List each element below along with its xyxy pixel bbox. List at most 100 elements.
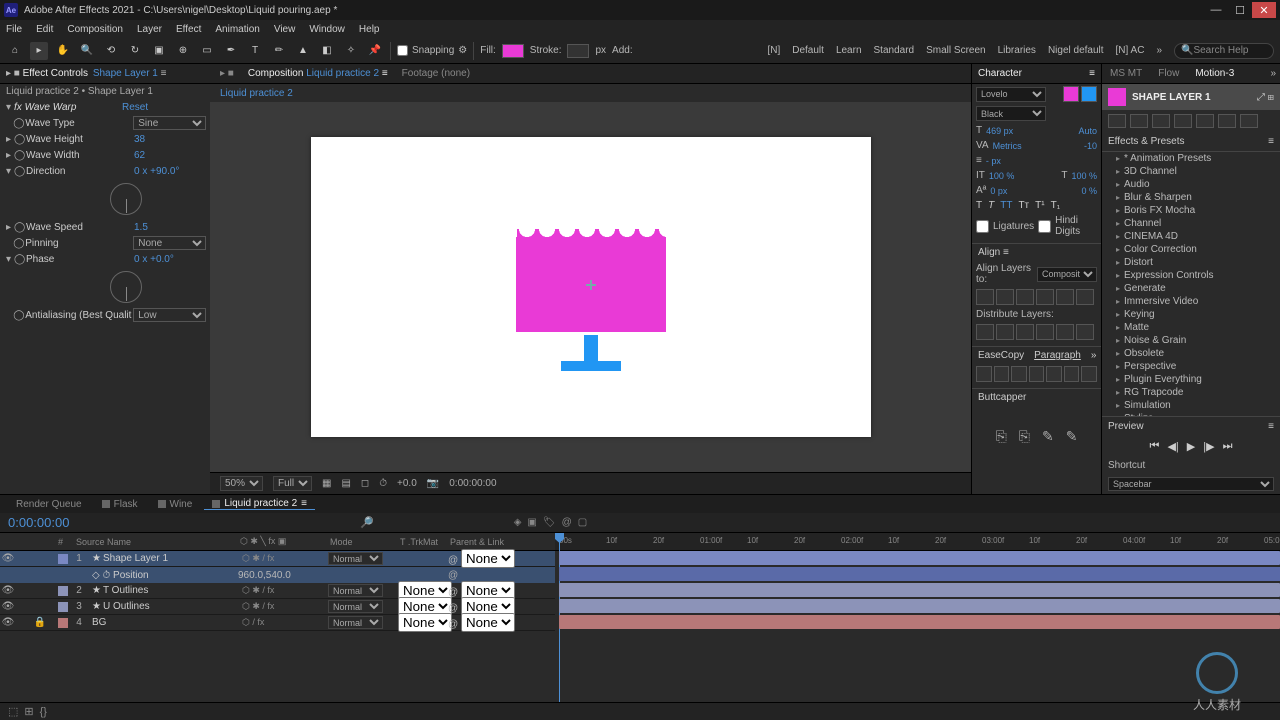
parent-select[interactable]: None [461, 613, 515, 632]
para-justify-all[interactable] [1081, 366, 1097, 382]
anchor-point-icon[interactable] [586, 280, 596, 290]
fx-category[interactable]: RG Trapcode [1102, 386, 1280, 399]
fx-category[interactable]: Perspective [1102, 360, 1280, 373]
zoom-select[interactable]: 50% [220, 476, 263, 491]
tl-icon-2[interactable]: ▣ [527, 517, 536, 528]
menu-composition[interactable]: Composition [67, 24, 123, 35]
stopwatch-icon[interactable]: ◯ [14, 134, 24, 145]
layer-row[interactable]: 👁1★Shape Layer 1⬡ ✱ / fxNormal@ None [0, 551, 555, 567]
parent-select[interactable]: None [461, 549, 515, 568]
workspace-n[interactable]: [N] [767, 45, 780, 56]
layer-bar-4[interactable] [559, 615, 1280, 629]
fx-category[interactable]: Matte [1102, 321, 1280, 334]
visibility-icon[interactable]: 👁 [0, 601, 16, 612]
baseline-val[interactable]: 0 px [990, 186, 1007, 196]
menu-help[interactable]: Help [359, 24, 380, 35]
type-tool[interactable]: T [246, 42, 264, 60]
align-hcenter[interactable] [996, 289, 1014, 305]
align-top[interactable] [1036, 289, 1054, 305]
pan-behind-tool[interactable]: ⊕ [174, 42, 192, 60]
layer-row[interactable]: 👁🔒4BG⬡ / fxNormalNone@ None [0, 615, 555, 631]
hand-tool[interactable]: ✋ [54, 42, 72, 60]
direction-val[interactable]: 0 x +90.0° [134, 166, 206, 177]
wave-height-val[interactable]: 38 [134, 134, 206, 145]
mini7[interactable] [1240, 114, 1258, 128]
maximize-button[interactable]: ☐ [1228, 2, 1252, 18]
tool-icon-1[interactable]: ⎘ [996, 428, 1007, 445]
hscale-val[interactable]: 100 % [1071, 171, 1097, 181]
menu-animation[interactable]: Animation [215, 24, 259, 35]
dist-3[interactable] [1016, 324, 1034, 340]
wave-type-select[interactable]: Sine [133, 116, 206, 130]
para-justify-l[interactable] [1029, 366, 1045, 382]
col-source[interactable]: Source Name [74, 537, 238, 547]
motion3-tab[interactable]: Motion-3 [1187, 68, 1242, 79]
allcaps-btn[interactable]: TT [1000, 200, 1012, 211]
menu-window[interactable]: Window [309, 24, 345, 35]
close-button[interactable]: ✕ [1252, 2, 1276, 18]
wave-width-val[interactable]: 62 [134, 150, 206, 161]
pinning-select[interactable]: None [133, 236, 206, 250]
timecode[interactable]: 0:00:00:00 [0, 515, 80, 530]
tab-wine[interactable]: Wine [150, 499, 201, 510]
mini2[interactable] [1130, 114, 1148, 128]
minimize-button[interactable]: — [1204, 2, 1228, 18]
project-tab-indicator[interactable]: ▸ ■ [220, 68, 234, 79]
stroke-swatch[interactable] [567, 44, 589, 58]
stopwatch-icon[interactable]: ◯ [14, 166, 24, 177]
ligatures-checkbox[interactable] [976, 219, 989, 234]
align-right[interactable] [1016, 289, 1034, 305]
timeline-area[interactable]: 00s10f20f01:00f10f20f02:00f10f20f03:00f1… [555, 533, 1280, 702]
fx-reset[interactable]: Reset [122, 102, 206, 113]
snapshot-icon[interactable]: 📷 [427, 478, 439, 489]
dist-5[interactable] [1056, 324, 1074, 340]
workspace-nigel[interactable]: Nigel default [1048, 45, 1104, 56]
mini3[interactable] [1152, 114, 1170, 128]
rotate-tool[interactable]: ↻ [126, 42, 144, 60]
menu-file[interactable]: File [6, 24, 22, 35]
footage-tab[interactable]: Footage (none) [402, 68, 470, 79]
mode-select[interactable]: Normal [328, 600, 383, 613]
grid-icon[interactable]: ▦ [322, 478, 331, 489]
tracking-val[interactable]: -10 [1084, 141, 1097, 151]
layer-color-swatch[interactable] [1108, 88, 1126, 106]
fx-category[interactable]: Expression Controls [1102, 269, 1280, 282]
panel-menu-icon[interactable]: ≡ [1089, 68, 1095, 79]
easecopy-tab[interactable]: EaseCopy [978, 350, 1024, 361]
prev-frame-icon[interactable]: ◀| [1167, 440, 1178, 453]
font-style-select[interactable]: Black [976, 106, 1046, 121]
layer-opt-icon[interactable]: ⤢ ⊞ [1257, 92, 1274, 103]
next-frame-icon[interactable]: |▶ [1203, 440, 1214, 453]
fx-category[interactable]: Boris FX Mocha [1102, 204, 1280, 217]
character-header[interactable]: Character [978, 68, 1022, 79]
fx-category[interactable]: Obsolete [1102, 347, 1280, 360]
buttcapper-tab[interactable]: Buttcapper [978, 392, 1026, 403]
smallcaps-btn[interactable]: Tᴛ [1018, 200, 1029, 211]
tl-icon-1[interactable]: ◈ [514, 517, 522, 528]
workspace-learn[interactable]: Learn [836, 45, 862, 56]
tool-icon-3[interactable]: ✎ [1042, 428, 1054, 445]
visibility-icon[interactable]: 👁 [0, 553, 16, 564]
fx-category[interactable]: Noise & Grain [1102, 334, 1280, 347]
guides-icon[interactable]: ▤ [341, 478, 350, 489]
fx-category[interactable]: Plugin Everything [1102, 373, 1280, 386]
effect-controls-tab[interactable]: Effect Controls [23, 68, 88, 79]
resolution-select[interactable]: Full [273, 476, 312, 491]
super-btn[interactable]: T¹ [1035, 200, 1044, 211]
tsume-val[interactable]: 0 % [1081, 186, 1097, 196]
toggle-modes-icon[interactable]: ⊞ [24, 705, 33, 718]
stopwatch-icon[interactable]: ◯ [14, 150, 24, 161]
panel-menu-icon[interactable]: ≡ [1268, 136, 1274, 147]
tl-icon-3[interactable]: 🏷 [543, 517, 556, 528]
viewport[interactable] [210, 102, 971, 472]
workspace-smallscreen[interactable]: Small Screen [926, 45, 985, 56]
shape-layer-box[interactable] [516, 237, 666, 332]
mode-select[interactable]: Normal [328, 552, 383, 565]
fx-category[interactable]: Distort [1102, 256, 1280, 269]
dist-6[interactable] [1076, 324, 1094, 340]
layer-bar-3[interactable] [559, 599, 1280, 613]
sub-btn[interactable]: T₁ [1051, 200, 1060, 211]
toggle-switches-icon[interactable]: ⬚ [8, 705, 18, 718]
dist-4[interactable] [1036, 324, 1054, 340]
workspace-standard[interactable]: Standard [874, 45, 915, 56]
